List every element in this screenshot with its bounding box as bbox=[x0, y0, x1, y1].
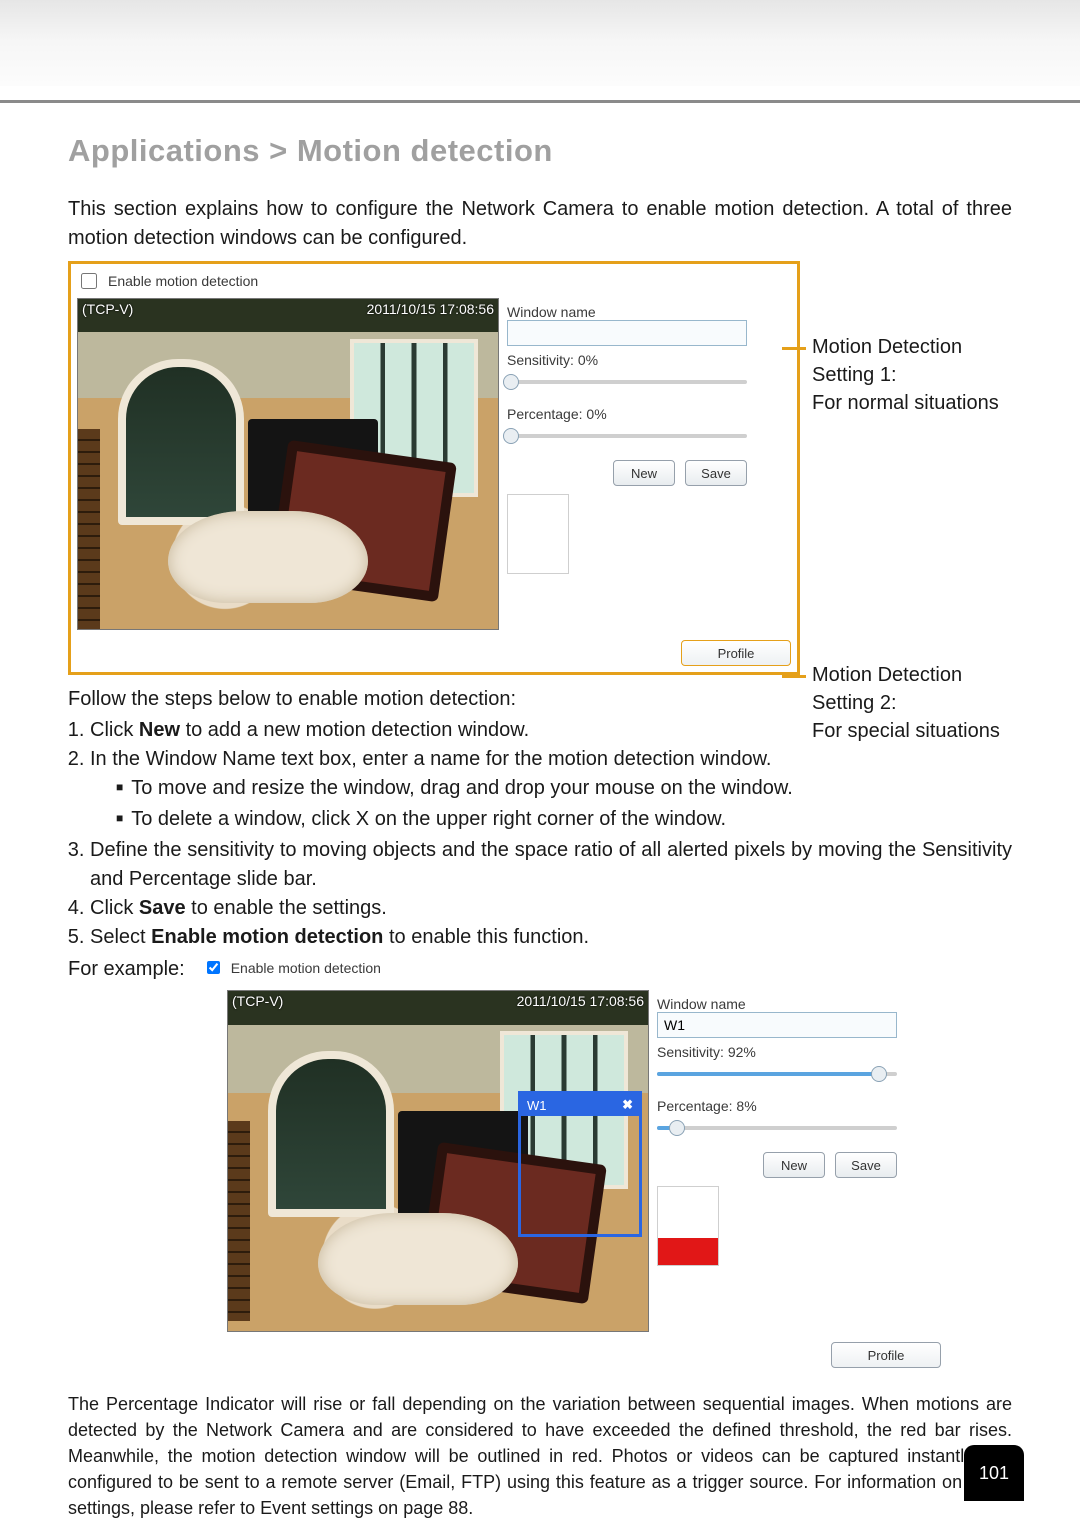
camera-timestamp-overlay-2: 2011/10/15 17:08:56 bbox=[517, 993, 644, 1009]
page-title: Applications > Motion detection bbox=[68, 133, 1012, 169]
save-button-2[interactable]: Save bbox=[835, 1152, 897, 1178]
detection-window-close-icon[interactable]: ✖ bbox=[622, 1097, 633, 1113]
enable-motion-checkbox-example[interactable] bbox=[207, 961, 220, 974]
new-button-2[interactable]: New bbox=[763, 1152, 825, 1178]
percentage-label: Percentage: 0% bbox=[507, 406, 747, 422]
enable-motion-label-example: Enable motion detection bbox=[231, 960, 381, 976]
sensitivity-slider-2[interactable] bbox=[657, 1064, 897, 1084]
profile-button-2[interactable]: Profile bbox=[831, 1342, 941, 1368]
motion-indicator bbox=[507, 494, 569, 574]
percentage-label-2: Percentage: 8% bbox=[657, 1098, 897, 1114]
window-name-label-2: Window name bbox=[657, 996, 897, 1012]
enable-row-example: Enable motion detection bbox=[203, 958, 381, 977]
step-2: In the Window Name text box, enter a nam… bbox=[90, 745, 1012, 836]
detection-window-label: W1 bbox=[527, 1098, 547, 1113]
percentage-slider[interactable] bbox=[507, 426, 747, 446]
steps-list: Click New to add a new motion detection … bbox=[68, 716, 1012, 952]
save-button[interactable]: Save bbox=[685, 460, 747, 486]
step-4: Click Save to enable the settings. bbox=[90, 894, 1012, 923]
header-rule bbox=[0, 100, 1080, 103]
step-2-sub-2: To delete a window, click X on the upper… bbox=[116, 808, 726, 830]
window-name-label: Window name bbox=[507, 304, 747, 320]
camera-preview[interactable]: (TCP-V) 2011/10/15 17:08:56 bbox=[77, 298, 499, 630]
enable-motion-label: Enable motion detection bbox=[108, 273, 258, 289]
profile-button[interactable]: Profile bbox=[681, 640, 791, 666]
camera-name-overlay-2: (TCP-V) bbox=[232, 993, 283, 1009]
intro-paragraph: This section explains how to configure t… bbox=[68, 195, 1012, 253]
step-3: Define the sensitivity to moving objects… bbox=[90, 836, 1012, 894]
window-name-input-2[interactable] bbox=[657, 1012, 897, 1038]
percentage-slider-2[interactable] bbox=[657, 1118, 897, 1138]
window-name-input[interactable] bbox=[507, 320, 747, 346]
motion-panel-1: Enable motion detection (TCP-V) 2011/10/… bbox=[68, 261, 800, 675]
enable-row: Enable motion detection bbox=[71, 264, 797, 298]
closing-paragraph: The Percentage Indicator will rise or fa… bbox=[68, 1391, 1012, 1521]
header-gradient bbox=[0, 0, 1080, 86]
annotation-setting-1: Motion Detection Setting 1: For normal s… bbox=[812, 333, 1012, 417]
new-button[interactable]: New bbox=[613, 460, 675, 486]
camera-timestamp-overlay: 2011/10/15 17:08:56 bbox=[367, 301, 494, 317]
page-number: 101 bbox=[964, 1445, 1024, 1501]
enable-motion-checkbox[interactable] bbox=[81, 273, 97, 289]
sensitivity-label: Sensitivity: 0% bbox=[507, 352, 747, 368]
step-5: Select Enable motion detection to enable… bbox=[90, 923, 1012, 952]
motion-indicator-2 bbox=[657, 1186, 719, 1266]
step-2-sub-1: To move and resize the window, drag and … bbox=[116, 777, 793, 799]
for-example-label: For example: bbox=[68, 958, 185, 981]
detection-window[interactable]: W1 ✖ bbox=[518, 1091, 642, 1237]
motion-panel-2: (TCP-V) 2011/10/15 17:08:56 W1 ✖ Window … bbox=[218, 987, 950, 1377]
sensitivity-slider[interactable] bbox=[507, 372, 747, 392]
sensitivity-label-2: Sensitivity: 92% bbox=[657, 1044, 897, 1060]
camera-name-overlay: (TCP-V) bbox=[82, 301, 133, 317]
annotation-setting-2: Motion Detection Setting 2: For special … bbox=[812, 661, 1012, 745]
camera-preview-example[interactable]: (TCP-V) 2011/10/15 17:08:56 W1 ✖ bbox=[227, 990, 649, 1332]
